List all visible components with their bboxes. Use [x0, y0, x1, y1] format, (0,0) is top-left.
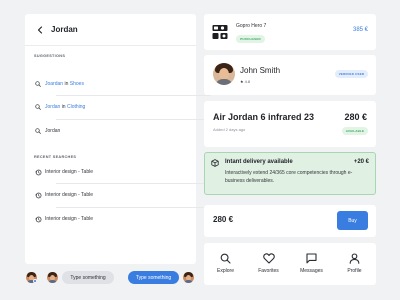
nav-label: Explore [217, 268, 234, 274]
recent-search-item[interactable]: Interior design - Table [34, 208, 212, 230]
search-query[interactable]: Jordan [51, 25, 78, 34]
avatar[interactable] [183, 272, 194, 283]
user-card[interactable]: John Smith ★ 4.8 VERIFIED USER [204, 55, 376, 95]
suggestion-item[interactable]: Joardan in Shoes [34, 73, 212, 95]
nav-label: Messages [300, 268, 323, 274]
package-icon [211, 159, 219, 167]
search-icon [34, 127, 42, 135]
delivery-description: Interactively extend 24/365 core compete… [225, 170, 353, 184]
nav-item-favorites[interactable]: Favorites [247, 243, 290, 285]
bottom-navigation: Explore Favorites Messages Profile [204, 243, 376, 285]
verified-user-badge: VERIFIED USER [335, 70, 368, 78]
suggestion-item[interactable]: Jordan in Clothing [34, 96, 212, 118]
suggestions-title: SUGGESTIONS [34, 54, 66, 58]
recent-search-label: Interior design - Table [45, 216, 93, 222]
recent-search-label: Interior design - Table [45, 192, 93, 198]
suggestion-category: Shoes [69, 81, 84, 87]
search-header: Jordan [25, 14, 196, 46]
recent-search-item[interactable]: Interior design - Table [34, 161, 212, 183]
avatar[interactable] [213, 63, 235, 85]
search-icon [220, 252, 232, 264]
delivery-price: +20 € [353, 159, 369, 165]
suggestion-item[interactable]: Jordan [34, 120, 212, 142]
online-indicator [33, 279, 37, 283]
heart-icon [262, 252, 275, 264]
avatar[interactable] [47, 272, 58, 283]
message-icon [306, 252, 318, 264]
recent-search-label: Interior design - Table [45, 169, 93, 175]
outgoing-message-bubble: Type something [128, 271, 179, 284]
star-icon: ★ [240, 79, 244, 84]
suggestion-connector: in [61, 104, 66, 110]
buy-price: 280 € [213, 215, 234, 224]
suggestion-term: Jordan [45, 104, 61, 110]
history-icon [34, 168, 42, 176]
delivery-title: Intant delivery available [225, 159, 293, 165]
suggestion-connector: in [64, 81, 69, 87]
listing-title: Air Jordan 6 infrared 23 [213, 112, 315, 122]
history-icon [34, 215, 42, 223]
purchased-badge: PURCHASED [236, 35, 265, 43]
search-icon [34, 103, 42, 111]
search-panel: Jordan SUGGESTIONS Joardan in Shoes Jord… [25, 14, 211, 264]
suggestion-category: Clothing [66, 104, 86, 110]
camera-icon [212, 24, 228, 40]
nav-item-profile[interactable]: Profile [333, 243, 376, 285]
nav-item-explore[interactable]: Explore [204, 243, 247, 285]
user-name: John Smith [240, 66, 281, 75]
chevron-left-icon [37, 25, 43, 34]
product-name: Gopro Hero 7 [236, 23, 267, 29]
purchased-product-card[interactable]: Gopro Hero 7 PURCHASED 385 € [204, 14, 376, 50]
nav-label: Favorites [258, 268, 279, 274]
listing-card[interactable]: Air Jordan 6 infrared 23 Added 2 days ag… [204, 101, 376, 147]
incoming-message-bubble: Type something [62, 271, 114, 284]
product-price: 385 € [352, 27, 368, 33]
buy-bar: 280 € Buy [204, 205, 376, 237]
nav-label: Profile [347, 268, 362, 274]
back-button[interactable] [30, 20, 50, 40]
suggestion-term: Jordan [45, 128, 61, 134]
search-icon [34, 80, 42, 88]
available-badge: AVAILABLE [342, 127, 368, 135]
suggestion-term: Joardan [45, 81, 64, 87]
recent-search-item[interactable]: Interior design - Table [34, 184, 212, 206]
user-icon [349, 252, 361, 264]
listing-date: Added 2 days ago [213, 127, 246, 132]
history-icon [34, 191, 42, 199]
delivery-banner: Intant delivery available +20 € Interact… [204, 152, 376, 195]
buy-button[interactable]: Buy [337, 211, 368, 230]
user-rating: ★ 4.8 [240, 79, 250, 84]
listing-price: 280 € [344, 112, 367, 122]
nav-item-messages[interactable]: Messages [290, 243, 333, 285]
recent-searches-title: RECENT SEARCHES [34, 155, 77, 159]
rating-value: 4.8 [244, 79, 251, 84]
